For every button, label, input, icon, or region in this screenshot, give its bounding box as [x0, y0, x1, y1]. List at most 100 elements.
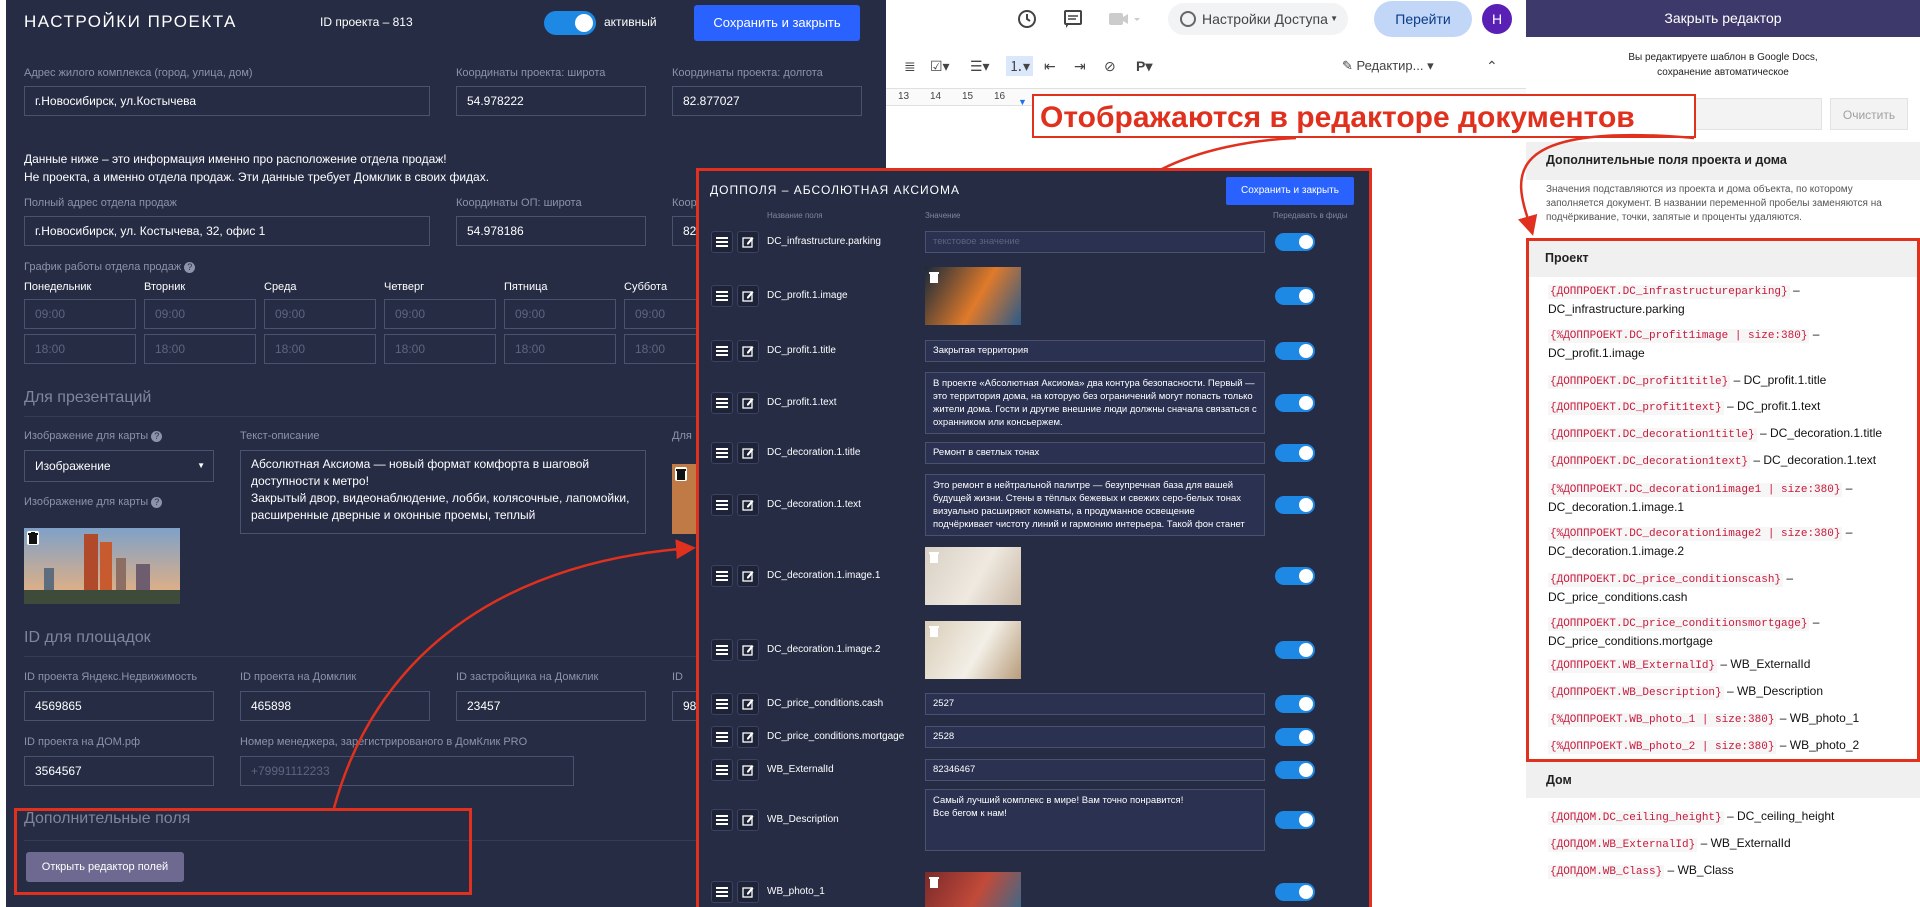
- feed-toggle[interactable]: [1275, 287, 1315, 305]
- edit-icon[interactable]: [737, 285, 759, 307]
- feed-toggle[interactable]: [1275, 394, 1315, 412]
- project-variable-row[interactable]: {ДОППРОЕКТ.WB_ExternalId} – WB_ExternalI…: [1548, 656, 1898, 675]
- go-button[interactable]: Перейти: [1374, 1, 1472, 37]
- address-field[interactable]: г.Новосибирск, ул.Костычева: [24, 86, 430, 116]
- domclick-id-field[interactable]: 465898: [240, 691, 430, 721]
- close-editor-button[interactable]: Закрыть редактор: [1526, 0, 1920, 37]
- feed-toggle[interactable]: [1275, 342, 1315, 360]
- close-time-field[interactable]: 18:00: [264, 334, 376, 364]
- trash-icon[interactable]: [928, 550, 940, 564]
- drag-handle-icon[interactable]: [711, 442, 733, 464]
- open-time-field[interactable]: 09:00: [264, 299, 376, 329]
- text-description-field[interactable]: Абсолютная Аксиома — новый формат комфор…: [240, 450, 646, 534]
- drag-handle-icon[interactable]: [711, 231, 733, 253]
- close-time-field[interactable]: 18:00: [24, 334, 136, 364]
- open-time-field[interactable]: 09:00: [24, 299, 136, 329]
- field-value[interactable]: текстовое значение: [925, 231, 1265, 253]
- feed-toggle[interactable]: [1275, 728, 1315, 746]
- ruler-marker[interactable]: ▼: [1018, 97, 1027, 107]
- lon-field[interactable]: 82.877027: [672, 86, 862, 116]
- edit-icon[interactable]: [737, 809, 759, 831]
- project-variable-row[interactable]: {%ДОППРОЕКТ.DC_decoration1image1 | size:…: [1548, 480, 1898, 516]
- edit-icon[interactable]: [737, 392, 759, 414]
- feed-toggle[interactable]: [1275, 496, 1315, 514]
- project-variable-row[interactable]: {ДОППРОЕКТ.DC_price_conditionscash} – DC…: [1548, 570, 1898, 606]
- field-value[interactable]: Самый лучший комплекс в мире! Вам точно …: [925, 789, 1265, 851]
- help-icon[interactable]: ?: [184, 262, 196, 273]
- image-thumbnail-cut[interactable]: [672, 464, 698, 534]
- close-time-field[interactable]: 18:00: [384, 334, 496, 364]
- drag-handle-icon[interactable]: [711, 285, 733, 307]
- save-close-button[interactable]: Сохранить и закрыть: [694, 5, 860, 41]
- drag-handle-icon[interactable]: [711, 392, 733, 414]
- op-lat-field[interactable]: 54.978186: [456, 216, 646, 246]
- trash-icon[interactable]: [675, 467, 687, 481]
- house-variable-row[interactable]: {ДОПДОМ.WB_ExternalId} – WB_ExternalId: [1548, 835, 1898, 854]
- map-image-select[interactable]: Изображение ▼: [24, 450, 214, 482]
- project-variable-row[interactable]: {ДОППРОЕКТ.DC_infrastructureparking} – D…: [1548, 282, 1898, 318]
- field-value[interactable]: 2527: [925, 693, 1265, 715]
- decrease-indent-icon[interactable]: ⇤: [1044, 58, 1056, 75]
- edit-icon[interactable]: [737, 759, 759, 781]
- bullet-list-icon[interactable]: ☰▾: [970, 58, 990, 75]
- edit-icon[interactable]: [737, 231, 759, 253]
- close-time-field[interactable]: 18:00: [144, 334, 256, 364]
- active-toggle[interactable]: [544, 11, 596, 35]
- feed-toggle[interactable]: [1275, 641, 1315, 659]
- open-time-field[interactable]: 09:00: [384, 299, 496, 329]
- field-image-thumbnail[interactable]: [925, 872, 1021, 907]
- history-icon[interactable]: [1016, 8, 1038, 30]
- lat-field[interactable]: 54.978222: [456, 86, 646, 116]
- increase-indent-icon[interactable]: ⇥: [1074, 58, 1086, 75]
- yandex-id-field[interactable]: 4569865: [24, 691, 214, 721]
- video-call-icon[interactable]: [1108, 10, 1142, 28]
- modal-save-close-button[interactable]: Сохранить и закрыть: [1226, 177, 1354, 205]
- edit-mode-dropdown[interactable]: ✎ Редактир... ▾: [1342, 58, 1434, 74]
- drag-handle-icon[interactable]: [711, 494, 733, 516]
- project-variable-row[interactable]: {ДОППРОЕКТ.DC_price_conditionsmortgage} …: [1548, 614, 1898, 650]
- drag-handle-icon[interactable]: [711, 881, 733, 903]
- help-icon[interactable]: ?: [151, 431, 163, 442]
- project-variable-row[interactable]: {ДОППРОЕКТ.DC_decoration1title} – DC_dec…: [1548, 425, 1898, 444]
- drag-handle-icon[interactable]: [711, 340, 733, 362]
- comment-icon[interactable]: [1062, 8, 1084, 30]
- clear-formatting-icon[interactable]: ⊘: [1104, 58, 1116, 75]
- field-value[interactable]: 82346467: [925, 759, 1265, 781]
- edit-icon[interactable]: [737, 726, 759, 748]
- trash-icon[interactable]: [928, 270, 940, 284]
- feed-toggle[interactable]: [1275, 695, 1315, 713]
- house-variable-row[interactable]: {ДОПДОМ.DC_ceiling_height} – DC_ceiling_…: [1548, 808, 1898, 827]
- collapse-icon[interactable]: ⌃: [1486, 58, 1498, 75]
- checklist-icon[interactable]: ☑▾: [930, 58, 950, 75]
- field-image-thumbnail[interactable]: [925, 621, 1021, 679]
- field-image-thumbnail[interactable]: [925, 267, 1021, 325]
- feed-toggle[interactable]: [1275, 883, 1315, 901]
- project-variable-row[interactable]: {%ДОППРОЕКТ.DC_decoration1image2 | size:…: [1548, 524, 1898, 560]
- edit-icon[interactable]: [737, 693, 759, 715]
- project-variable-row[interactable]: {ДОППРОЕКТ.WB_Description} – WB_Descript…: [1548, 683, 1898, 702]
- open-time-field[interactable]: 09:00: [144, 299, 256, 329]
- project-variable-row[interactable]: {%ДОППРОЕКТ.WB_photo_1 | size:380} – WB_…: [1548, 710, 1898, 729]
- project-variable-row[interactable]: {%ДОППРОЕКТ.WB_photo_2 | size:380} – WB_…: [1548, 737, 1898, 756]
- access-settings-button[interactable]: Настройки Доступа ▼: [1168, 3, 1348, 35]
- field-value[interactable]: Это ремонт в нейтральной палитре — безуп…: [925, 474, 1265, 536]
- trash-icon[interactable]: [27, 531, 39, 545]
- domrf-id-field[interactable]: 3564567: [24, 756, 214, 786]
- field-value[interactable]: Ремонт в светлых тонах: [925, 442, 1265, 464]
- trash-icon[interactable]: [928, 624, 940, 638]
- open-time-field[interactable]: 09:00: [504, 299, 616, 329]
- edit-icon[interactable]: [737, 340, 759, 362]
- feed-toggle[interactable]: [1275, 811, 1315, 829]
- line-spacing-icon[interactable]: ≣: [904, 58, 916, 75]
- drag-handle-icon[interactable]: [711, 639, 733, 661]
- edit-icon[interactable]: [737, 881, 759, 903]
- format-icon[interactable]: P▾: [1136, 58, 1152, 75]
- trash-icon[interactable]: [928, 875, 940, 889]
- project-variable-row[interactable]: {ДОППРОЕКТ.DC_decoration1text} – DC_deco…: [1548, 452, 1898, 471]
- drag-handle-icon[interactable]: [711, 565, 733, 587]
- edit-icon[interactable]: [737, 442, 759, 464]
- feed-toggle[interactable]: [1275, 567, 1315, 585]
- clear-button[interactable]: Очистить: [1830, 98, 1908, 130]
- feed-toggle[interactable]: [1275, 761, 1315, 779]
- feed-toggle[interactable]: [1275, 233, 1315, 251]
